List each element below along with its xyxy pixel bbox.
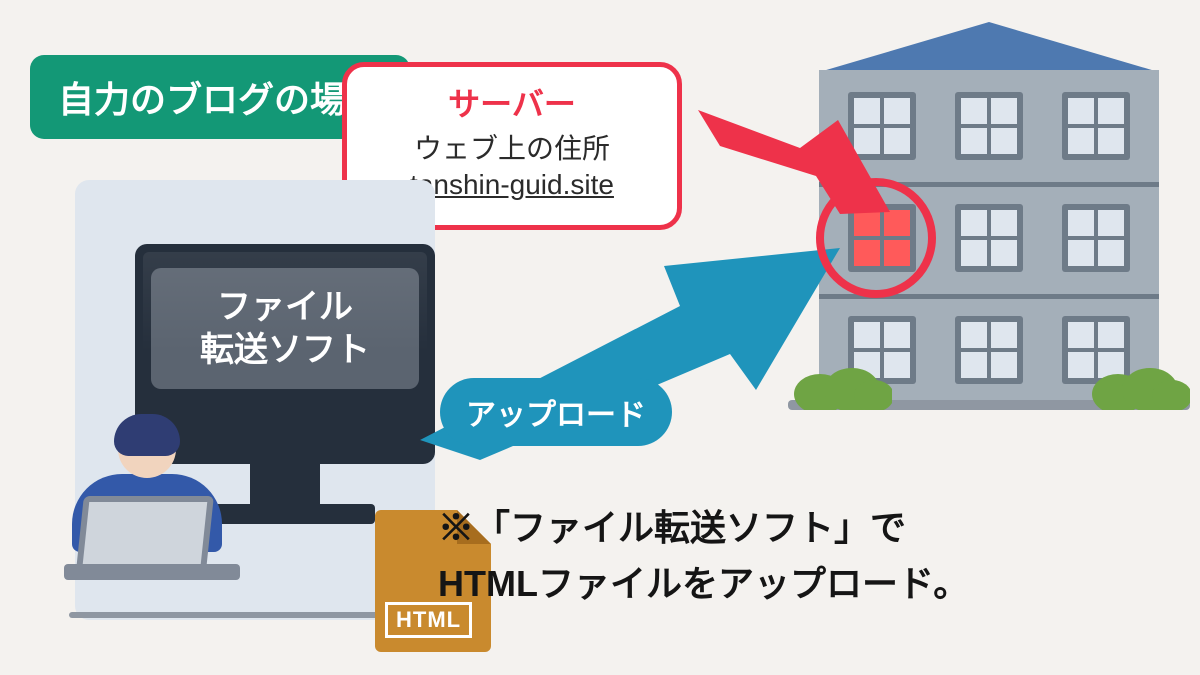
server-subtitle: ウェブ上の住所: [357, 127, 667, 167]
screen-line1: ファイル: [217, 288, 353, 326]
caption-text: ※「ファイル転送ソフト」で HTMLファイルをアップロード。: [438, 500, 969, 612]
upload-badge: アップロード: [440, 378, 672, 446]
screen-line2: 転送ソフト: [200, 331, 370, 369]
person-icon: [72, 420, 254, 600]
laptop-icon: [54, 496, 254, 600]
bush-icon: [792, 364, 892, 410]
bush-icon: [1090, 364, 1190, 410]
caption-line2: HTMLファイルをアップロード。: [438, 563, 969, 604]
target-circle-icon: [816, 178, 936, 298]
roof-icon: [804, 22, 1174, 70]
caption-line1: ※「ファイル転送ソフト」で: [438, 507, 906, 548]
server-title: サーバー: [357, 79, 667, 125]
